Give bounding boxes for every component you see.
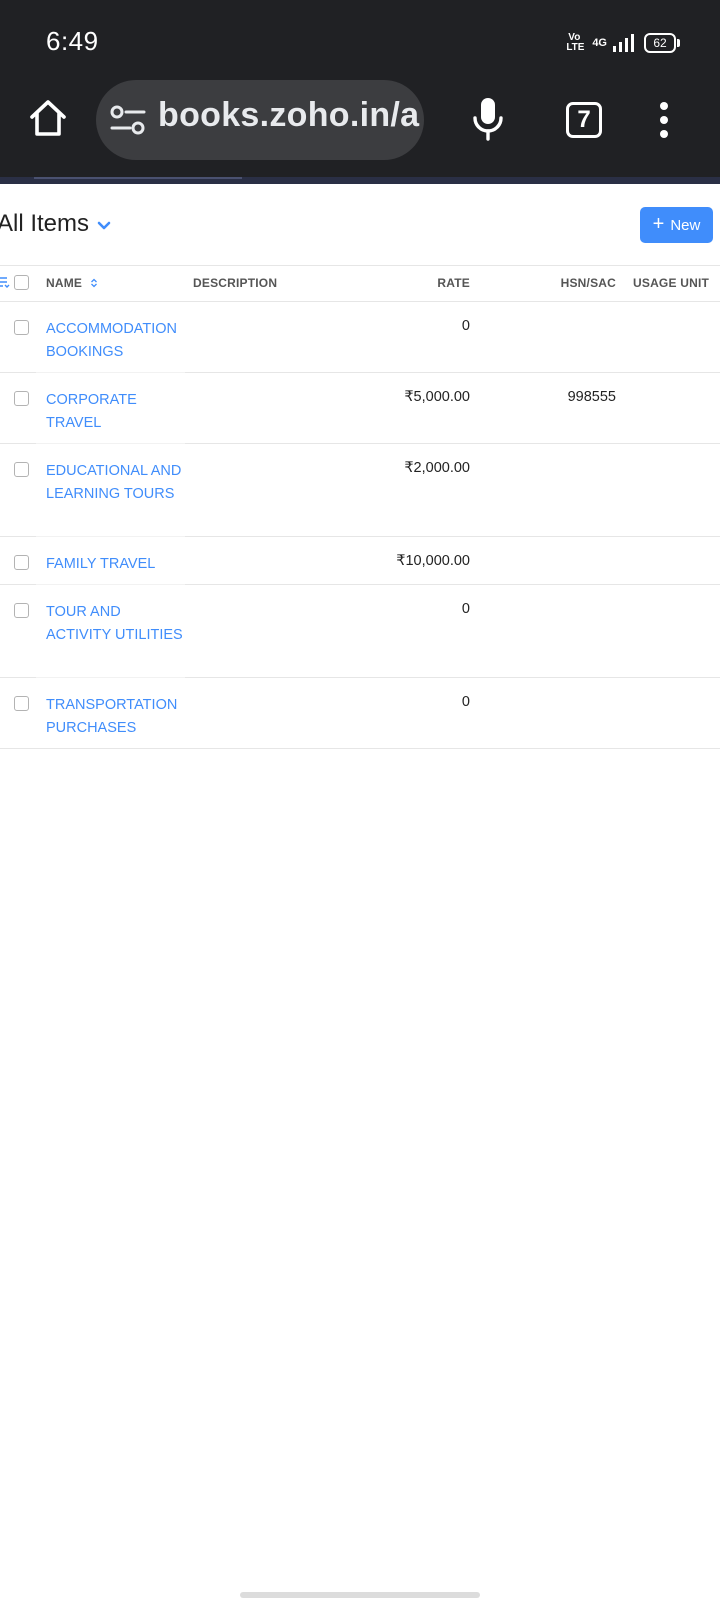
header-name-label: NAME [46, 276, 83, 290]
header-description: DESCRIPTION [193, 276, 278, 290]
item-rate: ₹10,000.00 [396, 553, 470, 569]
row-checkbox[interactable] [14, 320, 29, 335]
row-checkbox[interactable] [14, 696, 29, 711]
item-name-link[interactable]: EDUCATIONAL AND LEARNING TOURS [46, 460, 186, 505]
battery-icon: 62 [644, 33, 680, 53]
item-name-link[interactable]: TRANSPORTATION PURCHASES [46, 694, 186, 739]
site-settings-icon[interactable] [110, 104, 146, 136]
sort-icon[interactable] [90, 278, 98, 288]
table-row[interactable]: EDUCATIONAL AND LEARNING TOURS ₹2,000.00 [0, 444, 720, 537]
item-rate: ₹5,000.00 [404, 389, 470, 405]
table-row[interactable]: CORPORATE TRAVEL ₹5,000.00 998555 [0, 373, 720, 444]
item-rate: ₹2,000.00 [404, 460, 470, 476]
row-checkbox[interactable] [14, 462, 29, 477]
browser-chrome: 6:49 Vo LTE 4G 62 books.zoho.in/ap 7 [0, 0, 720, 177]
header-usage-unit: USAGE UNIT [633, 276, 710, 290]
item-rate: 0 [461, 318, 470, 334]
table-header: NAME DESCRIPTION RATE HSN/SAC USAGE UNIT [0, 265, 720, 302]
table-row[interactable]: FAMILY TRAVEL ₹10,000.00 [0, 537, 720, 585]
items-table: NAME DESCRIPTION RATE HSN/SAC USAGE UNIT… [0, 265, 720, 749]
item-name-link[interactable]: CORPORATE TRAVEL [46, 389, 186, 434]
header-hsn-sac: HSN/SAC [560, 276, 616, 290]
header-rate: RATE [437, 276, 470, 290]
item-name-link[interactable]: ACCOMMODATION BOOKINGS [46, 318, 186, 363]
mic-icon[interactable] [470, 96, 506, 142]
chevron-down-icon [97, 221, 111, 230]
header-name[interactable]: NAME [46, 276, 98, 290]
status-time: 6:49 [46, 26, 99, 56]
signal-icon [613, 34, 634, 52]
item-name-link[interactable]: TOUR AND ACTIVITY UTILITIES [46, 601, 186, 646]
table-row[interactable]: ACCOMMODATION BOOKINGS 0 [0, 302, 720, 373]
row-checkbox[interactable] [14, 555, 29, 570]
more-vert-icon[interactable] [656, 102, 672, 138]
network-type: 4G [592, 37, 607, 49]
url-text[interactable]: books.zoho.in/ap [158, 96, 420, 135]
item-rate: 0 [461, 694, 470, 710]
page-title: All Items [0, 210, 90, 237]
plus-icon: + [652, 213, 665, 235]
volte-label-bottom: LTE [566, 42, 585, 53]
tabs-icon[interactable]: 7 [566, 102, 602, 138]
gesture-navigation-bar[interactable] [240, 1592, 480, 1598]
volte-indicator: Vo LTE [566, 33, 585, 53]
row-checkbox[interactable] [14, 391, 29, 406]
new-button-label: New [670, 216, 701, 234]
table-row[interactable]: TRANSPORTATION PURCHASES 0 [0, 678, 720, 749]
column-settings-icon[interactable] [0, 275, 10, 289]
row-checkbox[interactable] [14, 603, 29, 618]
address-bar[interactable]: books.zoho.in/ap [96, 80, 424, 160]
view-selector[interactable]: All Items [0, 210, 111, 238]
chrome-divider [0, 177, 720, 184]
item-name-link[interactable]: FAMILY TRAVEL [46, 553, 186, 576]
select-all-checkbox[interactable] [14, 275, 29, 290]
new-item-button[interactable]: + New [640, 207, 713, 243]
item-rate: 0 [461, 601, 470, 617]
status-icons: Vo LTE 4G 62 [566, 30, 680, 56]
item-hsn-sac: 998555 [567, 389, 616, 405]
table-row[interactable]: TOUR AND ACTIVITY UTILITIES 0 [0, 585, 720, 678]
home-icon[interactable] [28, 98, 68, 138]
